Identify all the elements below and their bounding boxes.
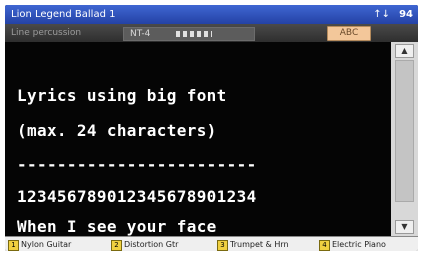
part-bar: 1 Nylon Guitar 2 Distortion Gtr 3 Trumpet &… xyxy=(5,236,418,251)
lyrics-screen: Lion Legend Ballad 1 ↑↓ 94 Line percussi… xyxy=(5,5,418,251)
lyrics-line: 123456789012345678901234 xyxy=(17,187,257,206)
lyrics-line: ------------------------ xyxy=(17,155,257,174)
part-label: Electric Piano xyxy=(332,240,386,249)
song-title: Lion Legend Ballad 1 xyxy=(11,9,116,20)
part-slot-2[interactable]: 2 Distortion Gtr xyxy=(111,237,211,251)
part-number-badge: 1 xyxy=(8,240,19,251)
level-meter xyxy=(176,31,212,37)
part-selector-value: NT-4 xyxy=(130,29,151,39)
title-bar: Lion Legend Ballad 1 ↑↓ 94 xyxy=(5,5,418,24)
part-slot-3[interactable]: 3 Trumpet & Hrn xyxy=(217,237,317,251)
lyrics-line: (max. 24 characters) xyxy=(17,121,217,140)
lyrics-line: When I see your face xyxy=(17,217,217,236)
part-number-badge: 2 xyxy=(111,240,122,251)
scroll-up-icon[interactable]: ▲ xyxy=(395,44,414,58)
toolbar: Line percussion NT-4 ABC xyxy=(5,24,418,42)
part-label: Trumpet & Hrn xyxy=(230,240,289,249)
part-selector[interactable]: NT-4 xyxy=(123,27,255,41)
toolbar-label: Line percussion xyxy=(11,28,82,38)
part-label: Nylon Guitar xyxy=(21,240,72,249)
abc-button[interactable]: ABC xyxy=(327,26,371,41)
part-number-badge: 4 xyxy=(319,240,330,251)
part-label: Distortion Gtr xyxy=(124,240,179,249)
part-number-badge: 3 xyxy=(217,240,228,251)
scroll-down-icon[interactable]: ▼ xyxy=(395,220,414,234)
lyrics-line: Lyrics using big font xyxy=(17,86,227,105)
lyrics-display: Lyrics using big font (max. 24 character… xyxy=(5,42,391,236)
signal-icon: ↑↓ xyxy=(373,9,390,20)
part-slot-4[interactable]: 4 Electric Piano xyxy=(319,237,418,251)
part-slot-1[interactable]: 1 Nylon Guitar xyxy=(8,237,108,251)
vertical-scrollbar[interactable]: ▲ ▼ xyxy=(391,42,418,236)
scroll-thumb[interactable] xyxy=(395,60,414,202)
clock: 94 xyxy=(399,9,413,20)
